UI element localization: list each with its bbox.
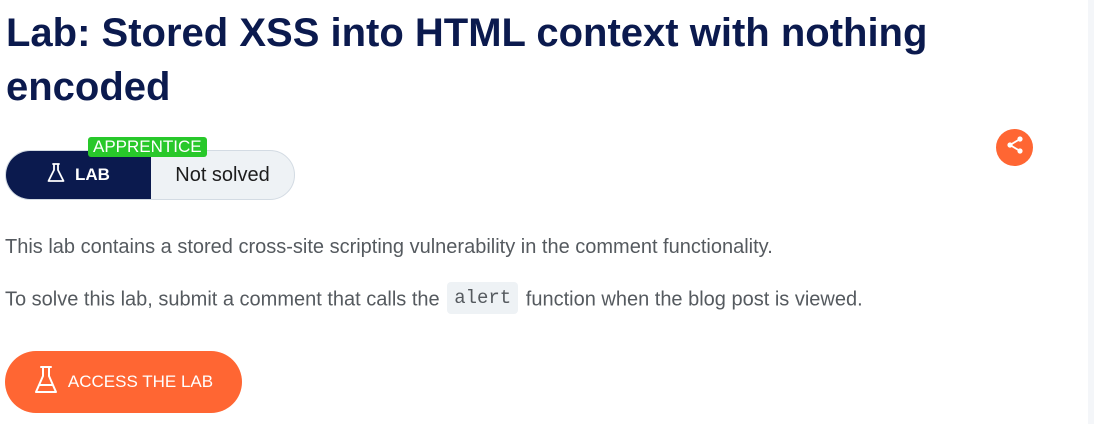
lab-type-label: LAB [6, 151, 151, 199]
level-badge: APPRENTICE [88, 137, 207, 157]
share-button[interactable] [996, 129, 1033, 166]
solve-status: Not solved [175, 163, 270, 186]
access-lab-button[interactable]: ACCESS THE LAB [5, 351, 242, 413]
access-lab-label: ACCESS THE LAB [67, 372, 214, 391]
code-snippet: alert [447, 282, 519, 314]
share-icon [1005, 135, 1025, 160]
instructions-text-before: To solve this lab, submit a comment that… [5, 288, 440, 311]
instructions-text-after: function when the blog post is viewed. [525, 288, 863, 311]
flask-icon [47, 162, 65, 188]
flask-icon [34, 365, 58, 400]
lab-status-widget: LAB Not solved [5, 150, 295, 200]
lab-description: This lab contains a stored cross-site sc… [5, 236, 773, 258]
lab-type-text: LAB [75, 165, 110, 184]
lab-instructions: To solve this lab, submit a comment that… [5, 282, 863, 316]
page-title: Lab: Stored XSS into HTML context with n… [6, 11, 928, 109]
page-edge [1088, 0, 1094, 424]
lab-page: Lab: Stored XSS into HTML context with n… [0, 0, 1094, 424]
